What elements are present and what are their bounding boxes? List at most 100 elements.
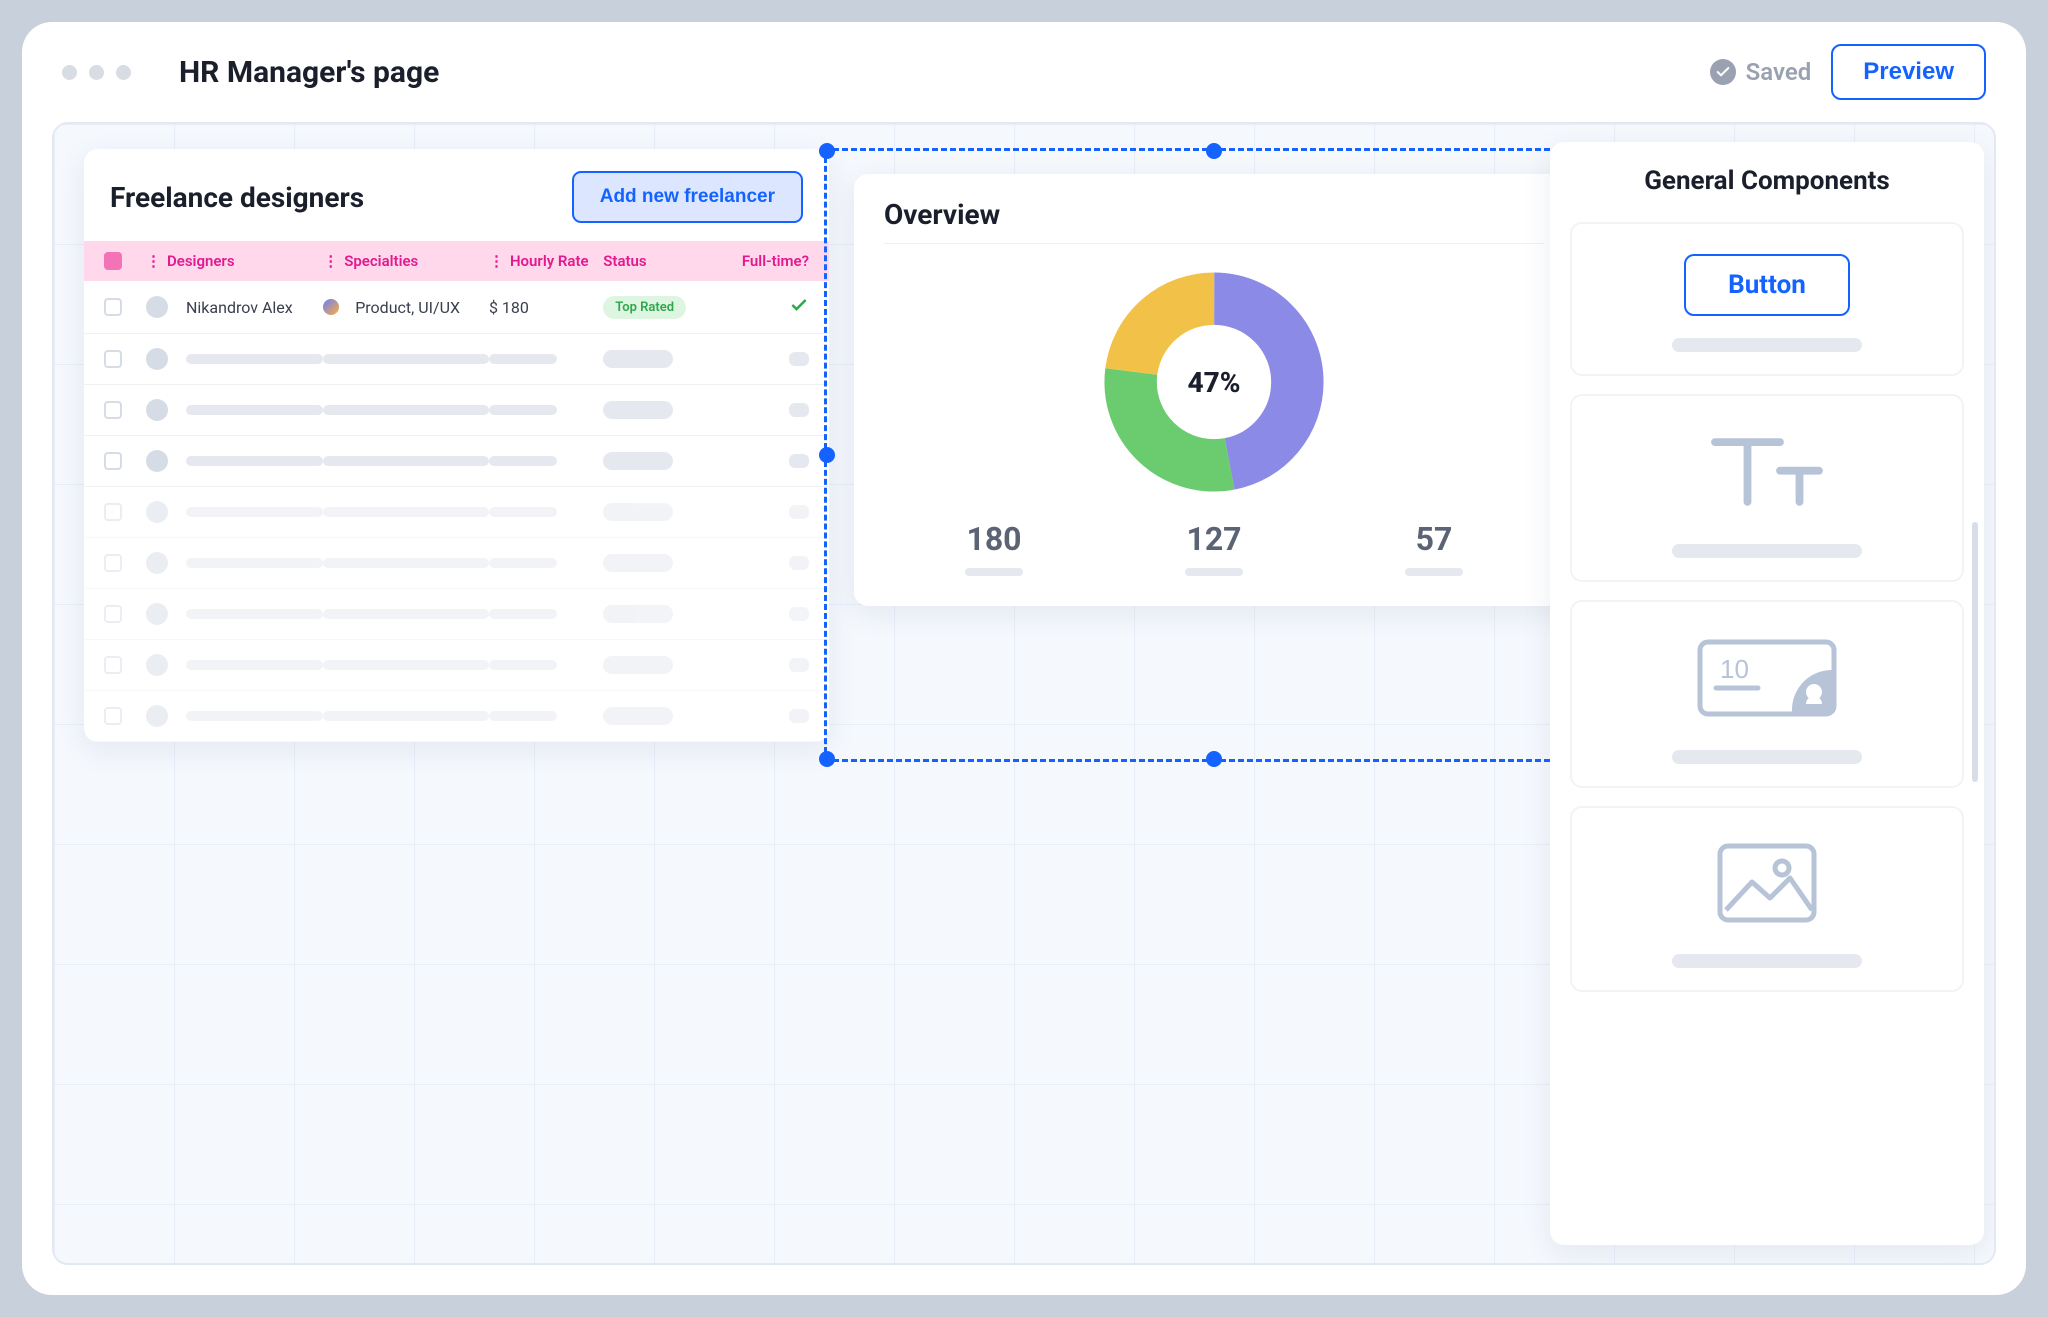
avatar: [146, 399, 168, 421]
window-traffic-lights: [62, 65, 131, 80]
resize-handle-bot-left[interactable]: [819, 751, 835, 767]
column-header-hourly-rate[interactable]: ⋮ Hourly Rate: [489, 252, 603, 270]
component-button[interactable]: Button: [1570, 222, 1964, 376]
table-row-placeholder: [84, 385, 829, 436]
placeholder: [603, 605, 673, 623]
table-row-placeholder: [84, 538, 829, 589]
placeholder: [186, 456, 323, 466]
placeholder: [603, 350, 673, 368]
stat-value: 57: [1405, 520, 1463, 558]
stat-item: 180: [965, 520, 1023, 576]
specialty-color-icon: [323, 299, 339, 315]
stat-item: 127: [1185, 520, 1243, 576]
placeholder: [186, 507, 323, 517]
table-row-placeholder: [84, 589, 829, 640]
stat-value: 180: [965, 520, 1023, 558]
freelancers-card[interactable]: Freelance designers Add new freelancer ⋮…: [84, 149, 829, 742]
check-circle-icon: [1710, 59, 1736, 85]
placeholder: [489, 609, 557, 619]
row-checkbox[interactable]: [104, 298, 122, 316]
table-row-placeholder: [84, 334, 829, 385]
table-row-placeholder: [84, 640, 829, 691]
preview-button[interactable]: Preview: [1831, 44, 1986, 100]
placeholder: [789, 607, 809, 621]
placeholder: [186, 558, 323, 568]
avatar: [146, 552, 168, 574]
placeholder: [603, 401, 673, 419]
component-card[interactable]: 10: [1570, 600, 1964, 788]
placeholder: [789, 556, 809, 570]
traffic-light-dot: [62, 65, 77, 80]
donut-center-value: 47%: [1104, 272, 1324, 492]
designer-name: Nikandrov Alex: [186, 298, 293, 317]
placeholder: [1672, 544, 1862, 558]
rate-value: $ 180: [489, 298, 603, 317]
avatar: [146, 348, 168, 370]
table-row-placeholder: [84, 436, 829, 487]
column-header-specialties[interactable]: ⋮ Specialties: [323, 252, 489, 270]
traffic-light-dot: [89, 65, 104, 80]
placeholder: [603, 554, 673, 572]
component-image[interactable]: [1570, 806, 1964, 992]
placeholder: [323, 456, 489, 466]
column-header-status[interactable]: Status: [603, 252, 717, 270]
table-row[interactable]: Nikandrov Alex Product, UI/UX $ 180 Top …: [84, 281, 829, 334]
placeholder: [489, 660, 557, 670]
stat-value: 127: [1185, 520, 1243, 558]
placeholder: [323, 405, 489, 415]
placeholder: [603, 503, 673, 521]
placeholder: [323, 354, 489, 364]
components-panel: General Components Button 10: [1550, 142, 1984, 1245]
overview-donut-chart: 47%: [1104, 272, 1324, 492]
placeholder: [186, 711, 323, 721]
overview-card[interactable]: Overview 47% 180: [854, 174, 1574, 606]
editor-window: HR Manager's page Saved Preview Freelanc…: [22, 22, 2026, 1295]
placeholder: [323, 609, 489, 619]
titlebar: HR Manager's page Saved Preview: [22, 22, 2026, 122]
row-checkbox[interactable]: [104, 503, 122, 521]
resize-handle-bot-mid[interactable]: [1206, 751, 1222, 767]
column-header-fulltime[interactable]: Full-time?: [718, 252, 809, 270]
placeholder: [1405, 568, 1463, 576]
row-checkbox[interactable]: [104, 707, 122, 725]
avatar: [146, 705, 168, 727]
row-checkbox[interactable]: [104, 401, 122, 419]
placeholder: [1672, 338, 1862, 352]
row-checkbox[interactable]: [104, 605, 122, 623]
image-icon: [1712, 913, 1822, 932]
table-row-placeholder: [84, 691, 829, 742]
avatar: [146, 450, 168, 472]
placeholder: [965, 568, 1023, 576]
checkmark-icon: [789, 300, 809, 319]
placeholder: [186, 405, 323, 415]
row-checkbox[interactable]: [104, 656, 122, 674]
placeholder: [789, 352, 809, 366]
saved-status: Saved: [1710, 58, 1812, 86]
avatar: [146, 296, 168, 318]
overview-stats: 180 127 57: [884, 510, 1544, 576]
stat-item: 57: [1405, 520, 1463, 576]
editor-canvas[interactable]: Freelance designers Add new freelancer ⋮…: [52, 122, 1996, 1265]
placeholder: [1672, 750, 1862, 764]
column-header-designers[interactable]: ⋮ Designers: [146, 252, 323, 270]
freelancers-header: Freelance designers Add new freelancer: [84, 149, 829, 241]
row-checkbox[interactable]: [104, 554, 122, 572]
component-text[interactable]: [1570, 394, 1964, 582]
placeholder: [603, 452, 673, 470]
placeholder: [489, 711, 557, 721]
select-all-checkbox[interactable]: [104, 252, 122, 270]
resize-handle-top-mid[interactable]: [1206, 143, 1222, 159]
placeholder: [789, 658, 809, 672]
scrollbar[interactable]: [1972, 522, 1978, 782]
placeholder: [603, 656, 673, 674]
status-badge: Top Rated: [603, 296, 686, 319]
placeholder: [489, 354, 557, 364]
placeholder: [323, 660, 489, 670]
card-icon: 10: [1692, 709, 1842, 728]
placeholder: [603, 707, 673, 725]
add-freelancer-button[interactable]: Add new freelancer: [572, 171, 803, 223]
freelancers-table: ⋮ Designers ⋮ Specialties ⋮ Hourly Rate …: [84, 241, 829, 742]
row-checkbox[interactable]: [104, 350, 122, 368]
text-icon: [1702, 503, 1832, 522]
row-checkbox[interactable]: [104, 452, 122, 470]
